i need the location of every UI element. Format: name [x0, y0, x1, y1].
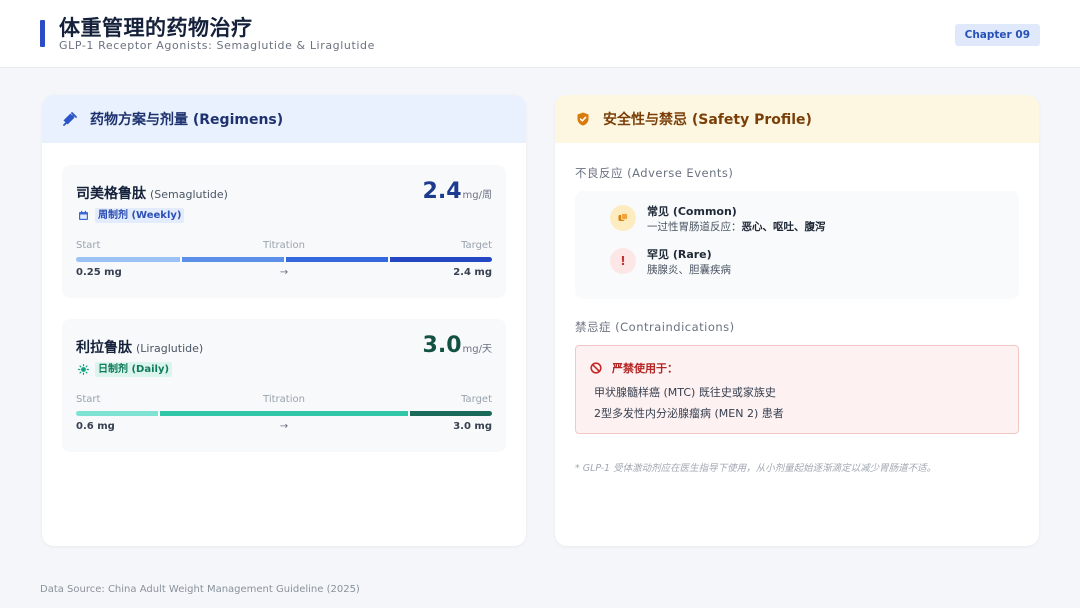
frequency-tag: 日制剂 (Daily)	[78, 361, 173, 378]
frequency-tag: 周制剂 (Weekly)	[78, 207, 185, 224]
drug-card-semaglutide: 司美格鲁肽 (Semaglutide) 周制剂 (Weekly) 2.4 mg/周…	[62, 165, 506, 298]
titration-segment	[182, 257, 284, 262]
arrow-right-icon: →	[279, 421, 289, 432]
stage-target-label: Target	[461, 240, 492, 251]
safety-panel-title: 安全性与禁忌 (Safety Profile)	[603, 112, 812, 128]
target-dose: 2.4 mg	[453, 267, 492, 278]
stage-titration-label: Titration	[263, 240, 305, 251]
data-source: Data Source: China Adult Weight Manageme…	[40, 584, 360, 595]
stage-start-label: Start	[76, 394, 101, 405]
target-dose: 3.0 mg	[453, 421, 492, 432]
titration-segment	[160, 411, 408, 416]
regimens-panel: 药物方案与剂量 (Regimens) 司美格鲁肽 (Semaglutide) 周制…	[42, 95, 526, 546]
slide-header: 体重管理的药物治疗 GLP-1 Receptor Agonists: Semag…	[0, 0, 1080, 68]
titration-segment	[390, 257, 492, 262]
contraindications-header: 严禁使用于：	[590, 360, 678, 376]
titration-dose-values: 0.25 mg → 2.4 mg	[76, 267, 492, 281]
adverse-common-symptoms: 恶心、呕吐、腹泻	[741, 221, 826, 233]
stage-target-label: Target	[461, 394, 492, 405]
exclamation-icon: !	[610, 248, 636, 274]
ban-icon	[590, 362, 602, 374]
frequency-label: 周制剂 (Weekly)	[95, 208, 185, 223]
titration-segment	[76, 257, 180, 262]
adverse-common-desc: 一过性胃肠道反应：恶心、呕吐、腹泻	[647, 219, 826, 234]
adverse-common-title: 常见 (Common)	[647, 205, 737, 218]
regimens-panel-title: 药物方案与剂量 (Regimens)	[90, 112, 284, 128]
titration-progress-bar	[76, 411, 492, 416]
dose-value: 3.0	[422, 333, 462, 358]
page-title: 体重管理的药物治疗	[59, 16, 253, 40]
frequency-label: 日制剂 (Daily)	[95, 362, 173, 377]
regimens-panel-header: 药物方案与剂量 (Regimens)	[42, 95, 526, 143]
chapter-badge: Chapter 09	[954, 24, 1040, 46]
start-dose: 0.25 mg	[76, 267, 122, 278]
titration-segment	[410, 411, 492, 416]
stage-titration-label: Titration	[263, 394, 305, 405]
target-dose-display: 2.4 mg/周	[423, 179, 492, 204]
adverse-event-rare: ! 罕见 (Rare) 胰腺炎、胆囊疾病	[589, 246, 1009, 276]
adverse-events-label: 不良反应 (Adverse Events)	[575, 166, 734, 180]
shield-icon	[575, 111, 591, 127]
page-subtitle: GLP-1 Receptor Agonists: Semaglutide & L…	[59, 39, 376, 52]
sun-icon	[78, 364, 89, 375]
titration-progress-bar	[76, 257, 492, 262]
contraindications-heading: 严禁使用于：	[612, 362, 678, 375]
pills-icon	[610, 205, 636, 231]
arrow-right-icon: →	[279, 267, 289, 278]
contraindication-item: 2型多发性内分泌腺瘤病 (MEN 2) 患者	[594, 407, 784, 420]
title-accent-bar	[40, 20, 45, 47]
dose-unit: mg/天	[462, 344, 492, 355]
adverse-common-desc-prefix: 一过性胃肠道反应：	[647, 221, 742, 233]
adverse-rare-title: 罕见 (Rare)	[647, 248, 712, 261]
drug-name-en: (Semaglutide)	[150, 188, 228, 201]
contraindications-box: 严禁使用于： 甲状腺髓样癌 (MTC) 既往史或家族史 2型多发性内分泌腺瘤病 …	[575, 345, 1019, 434]
dose-value: 2.4	[422, 179, 462, 204]
contraindications-label: 禁忌症 (Contraindications)	[575, 320, 735, 334]
start-dose: 0.6 mg	[76, 421, 115, 432]
adverse-event-common: 常见 (Common) 一过性胃肠道反应：恶心、呕吐、腹泻	[589, 203, 1009, 233]
drug-name-cn: 司美格鲁肽	[76, 186, 146, 202]
footnote: * GLP-1 受体激动剂应在医生指导下使用，从小剂量起始逐渐滴定以减少胃肠道不…	[575, 463, 937, 474]
dose-unit: mg/周	[462, 190, 492, 201]
drug-card-liraglutide: 利拉鲁肽 (Liraglutide) 日制剂 (Daily) 3.0 mg/天 …	[62, 319, 506, 452]
stage-start-label: Start	[76, 240, 101, 251]
drug-name: 利拉鲁肽 (Liraglutide)	[76, 337, 203, 357]
syringe-icon	[62, 111, 78, 127]
target-dose-display: 3.0 mg/天	[423, 333, 492, 358]
safety-panel: 安全性与禁忌 (Safety Profile) 不良反应 (Adverse Ev…	[555, 95, 1039, 546]
contraindication-item: 甲状腺髓样癌 (MTC) 既往史或家族史	[594, 386, 776, 399]
titration-stage-labels: Start Titration Target	[76, 394, 492, 408]
safety-panel-header: 安全性与禁忌 (Safety Profile)	[555, 95, 1039, 143]
titration-segment	[286, 257, 388, 262]
titration-dose-values: 0.6 mg → 3.0 mg	[76, 421, 492, 435]
drug-name-en: (Liraglutide)	[136, 342, 204, 355]
titration-segment	[76, 411, 158, 416]
drug-name: 司美格鲁肽 (Semaglutide)	[76, 183, 228, 203]
calendar-icon	[78, 210, 89, 221]
adverse-rare-desc: 胰腺炎、胆囊疾病	[647, 264, 731, 276]
adverse-events-box: 常见 (Common) 一过性胃肠道反应：恶心、呕吐、腹泻 ! 罕见 (Rare…	[575, 191, 1019, 299]
titration-stage-labels: Start Titration Target	[76, 240, 492, 254]
drug-name-cn: 利拉鲁肽	[76, 340, 132, 356]
